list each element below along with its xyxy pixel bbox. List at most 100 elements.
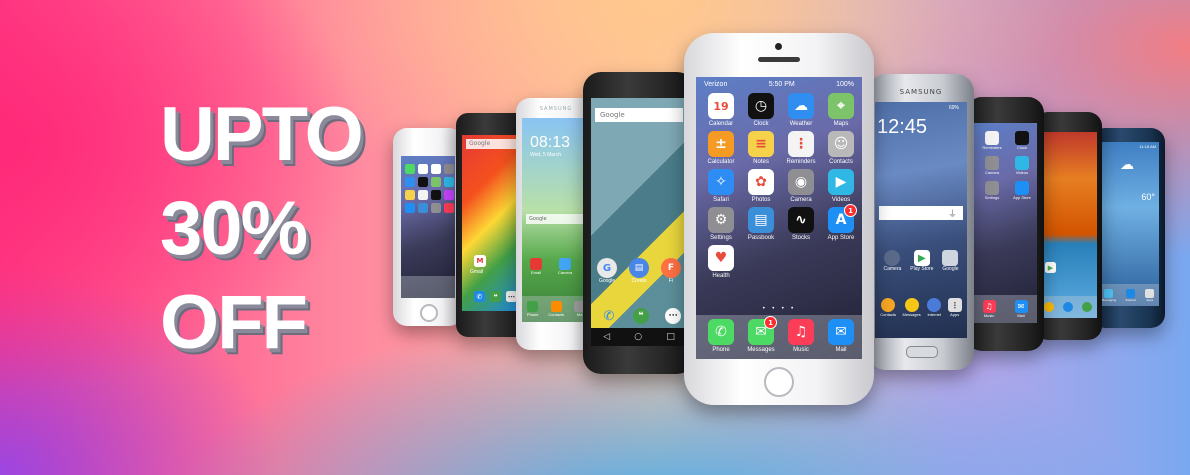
app-videos: Videos	[1009, 156, 1035, 175]
app-label: Clock	[753, 121, 769, 127]
messaging-icon	[1104, 288, 1114, 298]
stocks-icon: ∿	[788, 207, 814, 233]
game-center-icon	[444, 190, 454, 200]
page-indicator: • • • •	[762, 305, 796, 312]
app-label: Music	[983, 313, 995, 318]
app-settings: Settings	[979, 181, 1005, 200]
nav-bar: ◁ ○ □	[591, 328, 687, 346]
app-app-store: A 1 App Store	[822, 204, 860, 241]
app-label: Contacts	[829, 159, 853, 165]
phone-icon: ✆	[708, 319, 734, 345]
app-label: Email	[530, 270, 541, 275]
app-label: Internet	[1125, 297, 1136, 302]
contacts-icon	[550, 301, 562, 312]
headline-line-3: OFF	[160, 280, 308, 365]
stocks-icon	[431, 190, 441, 200]
dock-internet: Internet	[1125, 288, 1136, 302]
app-label: Videos	[1015, 170, 1029, 175]
carrier-label: Verizon	[704, 80, 728, 88]
app-label: Contacts	[548, 312, 565, 317]
phone-icon: ✆	[603, 308, 615, 324]
app-label: Apps	[950, 312, 960, 317]
app-app-store: App Store	[1009, 181, 1035, 200]
dock-contacts: Contacts	[548, 301, 564, 317]
app-label: Settings	[710, 235, 732, 241]
messages-icon	[405, 164, 415, 174]
status-bar: Verizon 5:50 PM 100%	[696, 77, 862, 91]
app-email: Email	[530, 258, 542, 275]
app-camera: Camera	[558, 258, 572, 275]
phone-dock: Messaging Internet Apps	[1097, 284, 1159, 306]
app-label: Camera	[984, 170, 1000, 175]
notification-badge: 1	[844, 204, 857, 217]
app-contacts: ☺ Contacts	[822, 131, 860, 165]
app-google-folder: Google	[942, 250, 959, 272]
phone-iphone-black: Reminders Clock Camera Videos Settings A…	[966, 97, 1044, 351]
app-label: Create	[631, 278, 647, 284]
home-button	[906, 346, 938, 358]
app-phone: ✆ Phone	[702, 319, 740, 359]
home-button	[420, 304, 438, 322]
phone-screen: Reminders Clock Camera Videos Settings A…	[973, 123, 1037, 323]
app-stocks: ∿ Stocks	[782, 207, 820, 241]
app-photos: ✿ Photos	[742, 169, 780, 203]
calendar-icon	[418, 164, 428, 174]
camera-icon	[444, 164, 454, 174]
maps-icon	[431, 177, 441, 187]
phone-screen: Google M Gmail ✆ ❝ ⋯	[462, 135, 522, 311]
app-mail: ✉ Mail	[822, 319, 860, 359]
settings-icon	[985, 181, 999, 195]
videos-icon	[1015, 156, 1029, 170]
phone-dock: Phone Contacts Mo	[522, 296, 590, 322]
app-label: Messaging	[1101, 297, 1117, 302]
notes-icon: ≡	[748, 131, 774, 157]
dock-music: ♫ Music	[982, 300, 996, 318]
clock-icon	[418, 177, 428, 187]
itunes-icon	[444, 203, 454, 213]
headline-line-1: UPTO	[160, 92, 364, 177]
google-search-bar: Google	[466, 139, 518, 149]
app-label: Camera	[558, 270, 573, 275]
photos-icon: ✿	[748, 169, 774, 195]
create-icon: ▤	[629, 258, 649, 278]
app-label: Safari	[713, 197, 729, 203]
phone-screen	[401, 156, 455, 298]
maps-icon: ⌖	[828, 93, 854, 119]
dock-phone: Phone	[527, 301, 539, 317]
search-bar-label: Google	[529, 216, 547, 222]
settings-icon: ⚙	[708, 207, 734, 233]
phone-dock: ♫ Music ✉ Mail	[973, 295, 1037, 323]
gmail-icon: M	[474, 255, 486, 267]
google-icon: G	[597, 258, 617, 278]
email-icon	[530, 258, 542, 270]
contacts-icon: ☺	[828, 131, 854, 157]
discount-headline: UPTO 30% OFF	[160, 88, 364, 370]
google-search-bar: ⏚	[879, 206, 963, 220]
status-battery: 69%	[948, 105, 959, 111]
play-store-icon: ▶	[1045, 262, 1056, 273]
app-label: Music	[793, 347, 809, 353]
notes-icon	[405, 190, 415, 200]
videos-icon: ▶	[828, 169, 854, 195]
camera-icon	[559, 258, 572, 270]
app-clock: ◷ Clock	[742, 93, 780, 127]
app-label: App Store	[1013, 195, 1031, 200]
app-camera: Camera	[884, 250, 901, 272]
internet-icon	[1126, 288, 1136, 298]
google-search-bar: Google	[595, 108, 683, 122]
phone-screen: 11:18 AM ☁ 60° Messaging Internet Apps	[1097, 142, 1159, 306]
app-label: Calculator	[707, 159, 735, 165]
app-reminders: Reminders	[979, 131, 1005, 150]
app-fi: F Fi	[661, 258, 681, 284]
phone-iphone-5s	[393, 128, 463, 326]
app-label: Phone	[526, 312, 539, 317]
home-screen-grid: 19 Calendar ◷ Clock ☁ Weather ⌖ Maps ± Calculator…	[702, 93, 860, 279]
camera-icon	[985, 156, 999, 170]
play-store-icon: ▶	[913, 250, 930, 266]
phone-icon	[527, 301, 539, 312]
recents-icon: □	[666, 332, 675, 342]
music-icon: ♫	[982, 300, 996, 313]
app-label: Mail	[1017, 313, 1025, 318]
app-label: Internet	[927, 312, 942, 317]
phone-screen: 08:13 Wed, 5 March Google Email Camera P…	[522, 118, 590, 322]
